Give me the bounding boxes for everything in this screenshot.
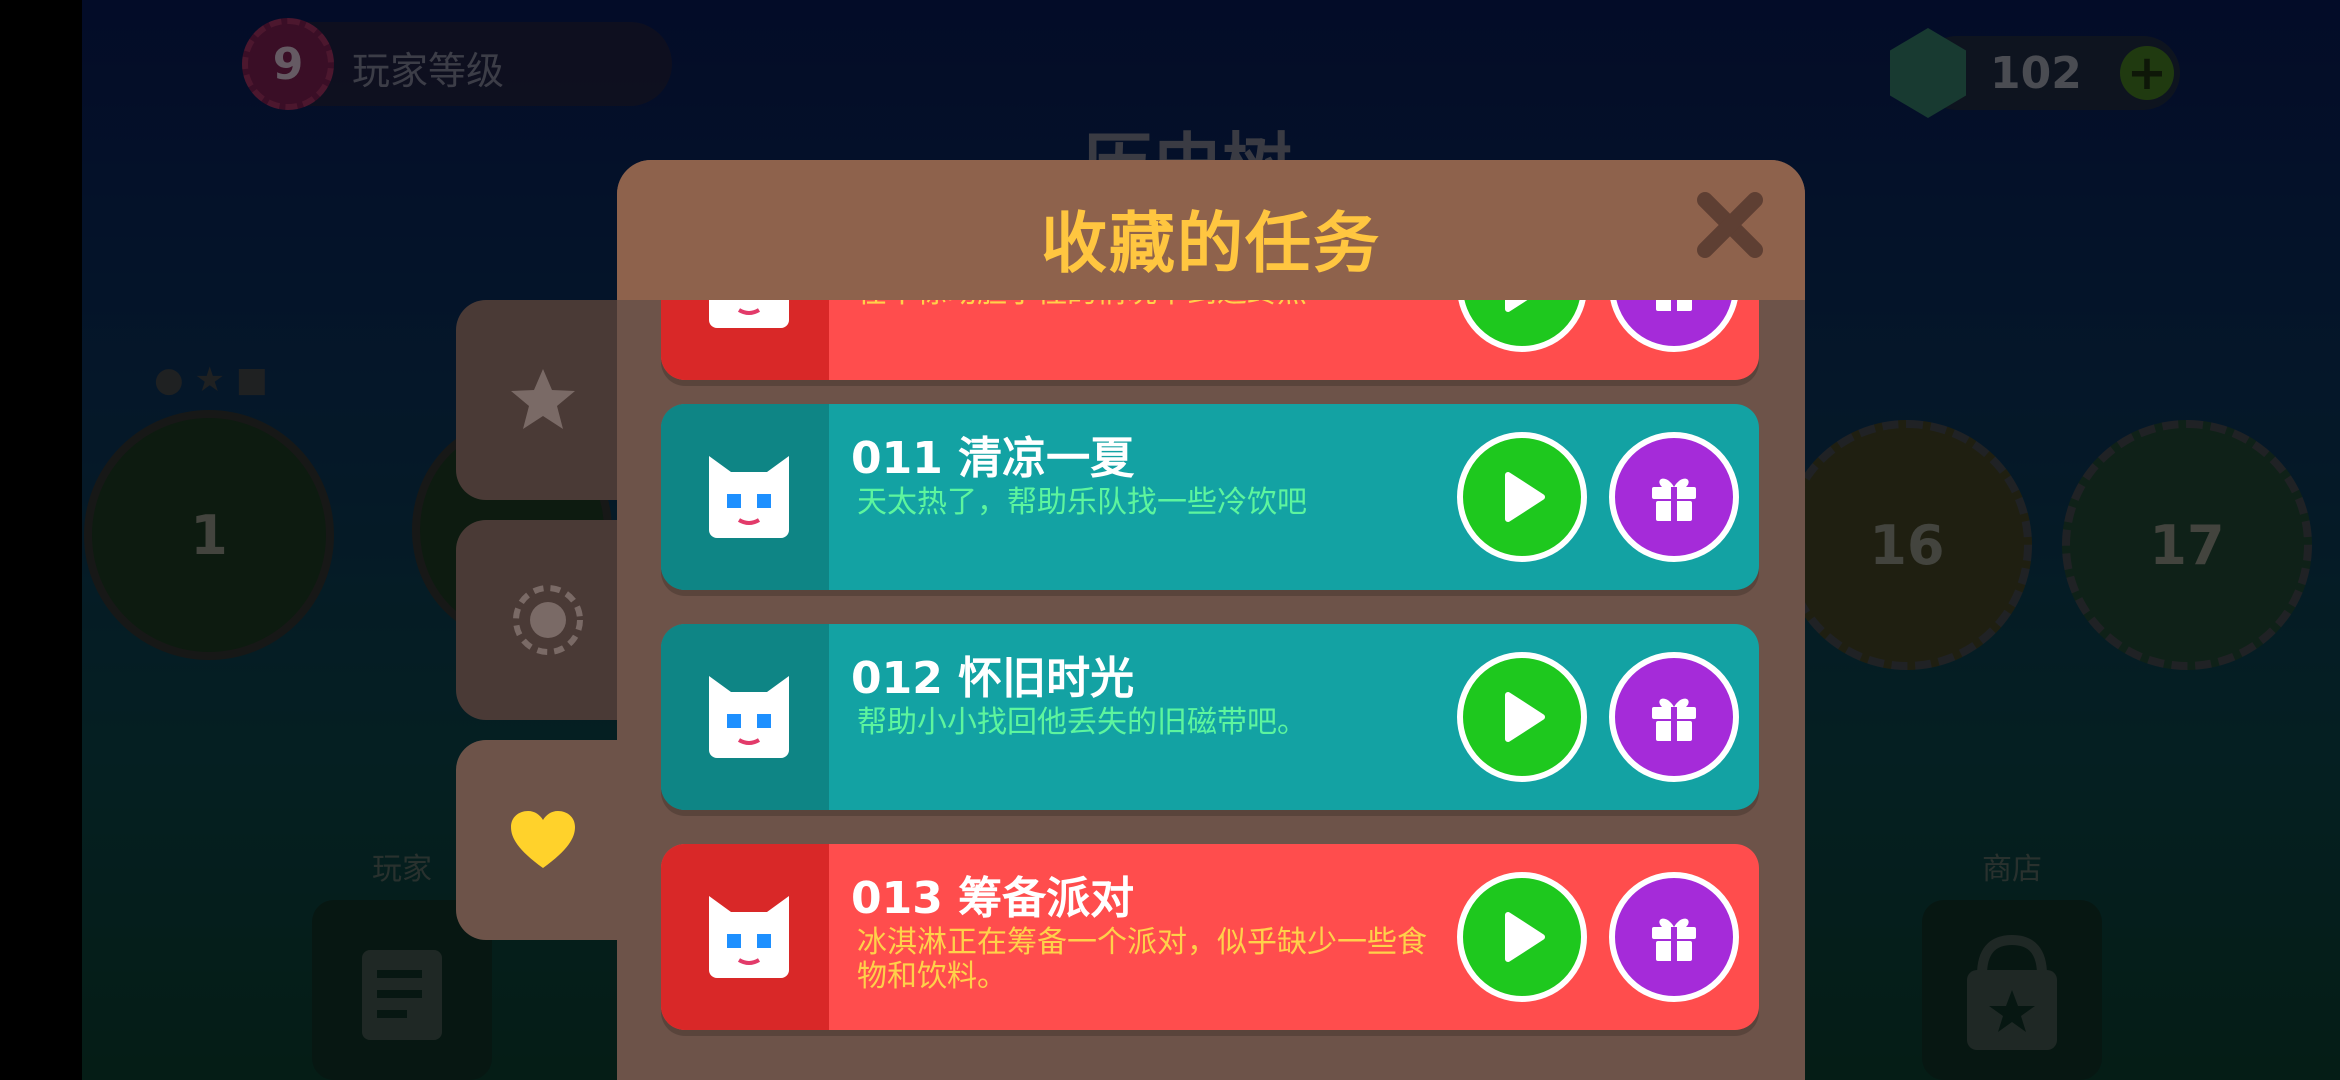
close-icon	[1697, 192, 1763, 258]
task-card[interactable]: 011 清凉一夏 天太热了，帮助乐队找一些冷饮吧	[661, 404, 1759, 590]
gift-button[interactable]	[1609, 432, 1739, 562]
gift-icon	[1652, 918, 1696, 961]
task-icon-column	[661, 404, 829, 590]
cat-icon	[709, 896, 789, 978]
task-description: 天太热了，帮助乐队找一些冷饮吧	[857, 485, 1307, 520]
gift-button[interactable]	[1609, 652, 1739, 782]
play-icon	[1505, 912, 1545, 962]
task-title: 013 筹备派对	[851, 873, 1135, 924]
gift-icon	[1652, 698, 1696, 741]
play-icon	[1505, 692, 1545, 742]
play-button[interactable]	[1457, 432, 1587, 562]
play-icon	[1505, 300, 1528, 312]
star-icon	[511, 369, 575, 429]
task-icon-column	[661, 624, 829, 810]
task-description: 帮助小小找回他丢失的旧磁带吧。	[857, 705, 1307, 740]
play-button[interactable]	[1457, 652, 1587, 782]
task-icon-column	[661, 844, 829, 1030]
task-card[interactable]: 012 怀旧时光 帮助小小找回他丢失的旧磁带吧。	[661, 624, 1759, 810]
task-title: 012 怀旧时光	[851, 653, 1135, 704]
cat-icon	[709, 300, 789, 328]
close-button[interactable]	[1691, 186, 1769, 264]
dialog-header: 收藏的任务	[617, 160, 1805, 300]
cat-icon	[709, 456, 789, 538]
cat-icon	[709, 676, 789, 758]
play-icon	[1505, 472, 1545, 522]
gift-icon	[1656, 300, 1692, 311]
heart-icon	[511, 811, 575, 868]
task-card[interactable]: 在不惊动胆小怪的情况下到达终点	[661, 300, 1759, 380]
task-list[interactable]: 在不惊动胆小怪的情况下到达终点	[661, 300, 1759, 1080]
task-title: 011 清凉一夏	[851, 433, 1135, 484]
task-card[interactable]: 013 筹备派对 冰淇淋正在筹备一个派对，似乎缺少一些食物和饮料。	[661, 844, 1759, 1030]
gift-button[interactable]	[1609, 300, 1739, 352]
gift-button[interactable]	[1609, 872, 1739, 1002]
play-button[interactable]	[1457, 872, 1587, 1002]
play-button[interactable]	[1457, 300, 1587, 352]
gift-icon	[1652, 478, 1696, 521]
task-description: 在不惊动胆小怪的情况下到达终点	[857, 300, 1427, 310]
task-description: 冰淇淋正在筹备一个派对，似乎缺少一些食物和饮料。	[857, 925, 1427, 994]
task-icon-column	[661, 300, 829, 380]
dot-circle-icon	[513, 585, 583, 655]
favorites-dialog: 收藏的任务 在不惊动胆小怪的情况下到达终点	[617, 160, 1805, 1080]
dialog-title: 收藏的任务	[1041, 205, 1381, 282]
